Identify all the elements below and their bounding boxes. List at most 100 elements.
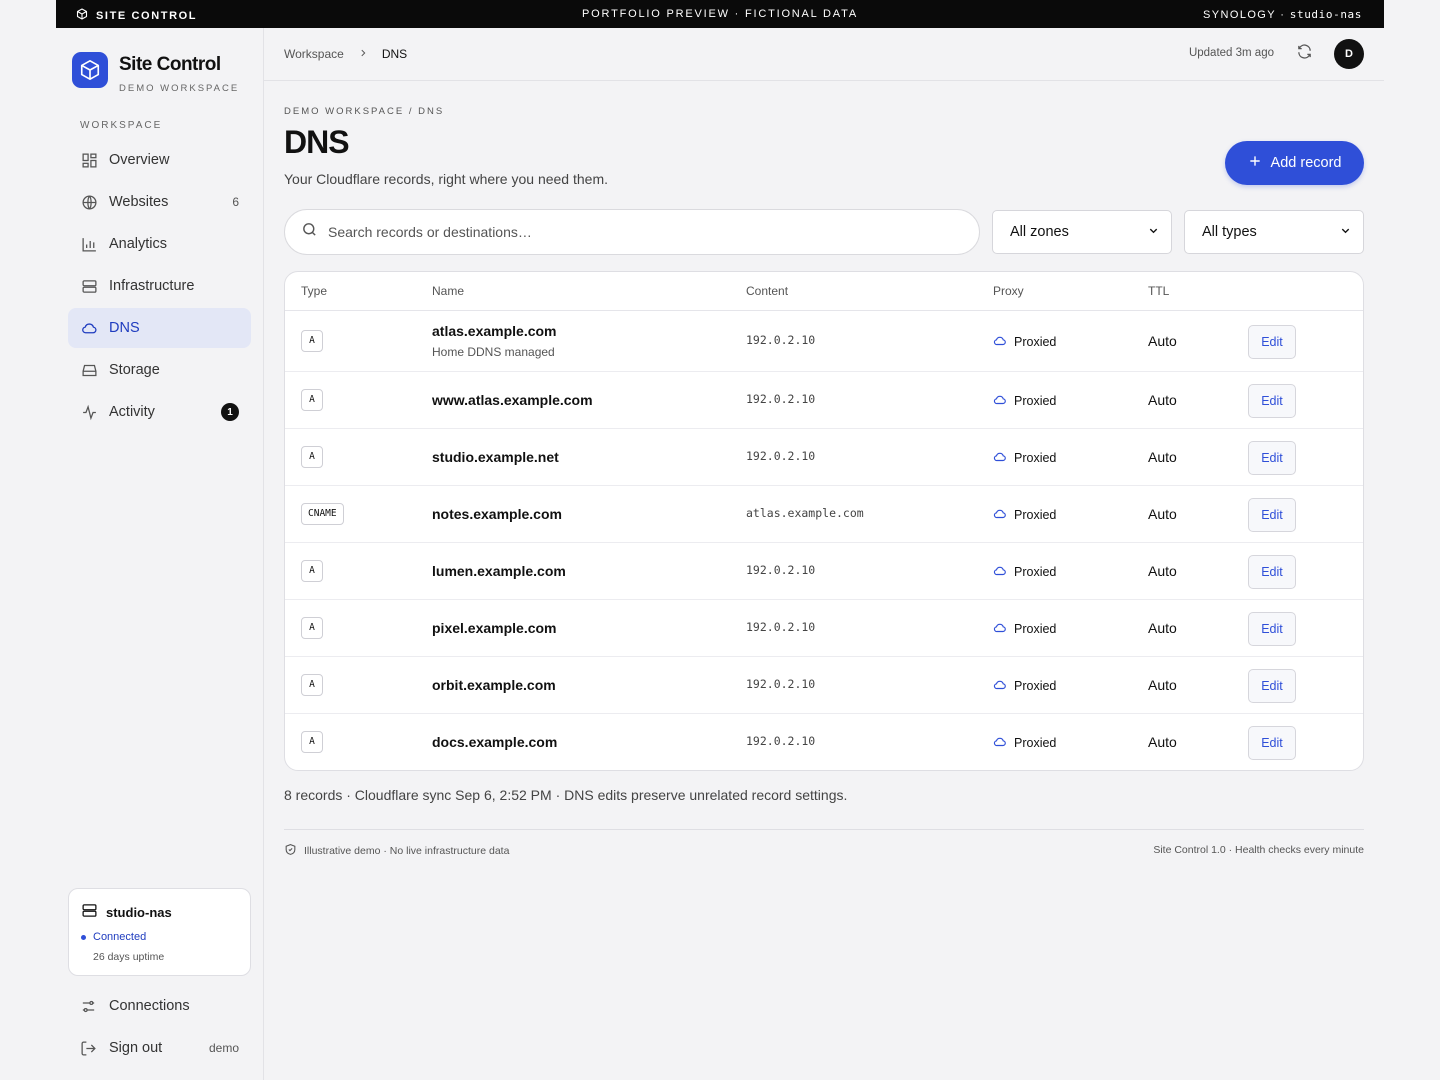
- brand[interactable]: Site Control DEMO WORKSPACE: [72, 52, 239, 94]
- add-record-button[interactable]: Add record: [1225, 141, 1364, 185]
- record-ttl: Auto: [1148, 448, 1177, 465]
- record-ttl: Auto: [1148, 733, 1177, 750]
- sign-out-icon: [80, 1039, 98, 1057]
- records-summary: 8 records · Cloudflare sync Sep 6, 2:52 …: [284, 787, 848, 803]
- brand-title: Site Control: [119, 54, 221, 75]
- record-proxy-status: Proxied: [993, 507, 1056, 524]
- search-input[interactable]: [328, 224, 928, 240]
- page-subtitle: Your Cloudflare records, right where you…: [284, 171, 608, 187]
- record-name: notes.example.com: [432, 505, 562, 522]
- footer-right: Site Control 1.0 · Health checks every m…: [1153, 844, 1364, 856]
- chevron-right-icon: [358, 47, 368, 61]
- edit-record-button[interactable]: Edit: [1248, 725, 1296, 760]
- sidebar-item-analytics[interactable]: Analytics: [68, 224, 251, 264]
- refresh-button[interactable]: [1294, 44, 1314, 64]
- table-header: Type Name Content Proxy TTL: [285, 272, 1363, 311]
- edit-record-button[interactable]: Edit: [1248, 497, 1296, 532]
- cloud-icon: [993, 678, 1007, 695]
- grid-icon: [80, 151, 98, 169]
- record-ttl: Auto: [1148, 562, 1177, 579]
- footer-left: Illustrative demo · No live infrastructu…: [284, 843, 509, 859]
- record-type-badge: A: [301, 673, 323, 696]
- banner-host: SYNOLOGY · studio-nas: [1203, 8, 1362, 21]
- zone-select[interactable]: All zones: [992, 210, 1172, 254]
- sidebar-item-overview[interactable]: Overview: [68, 140, 251, 180]
- cloud-icon: [993, 735, 1007, 752]
- type-select[interactable]: All types: [1184, 210, 1364, 254]
- breadcrumb: Workspace DNS: [284, 47, 407, 61]
- sidebar-item-infrastructure[interactable]: Infrastructure: [68, 266, 251, 306]
- record-content: 192.0.2.10: [746, 562, 816, 577]
- server-status: Connected: [81, 931, 238, 943]
- record-proxy-status: Proxied: [993, 678, 1056, 695]
- record-proxy-status: Proxied: [993, 564, 1056, 581]
- table-body: Aatlas.example.com Home DDNS managed 192.0…: [285, 311, 1363, 770]
- avatar[interactable]: D: [1334, 39, 1364, 69]
- cloud-icon: [993, 507, 1007, 524]
- edit-record-button[interactable]: Edit: [1248, 324, 1296, 359]
- sidebar-item-label: Activity: [109, 404, 155, 420]
- edit-record-button[interactable]: Edit: [1248, 554, 1296, 589]
- server-uptime: 26 days uptime: [93, 951, 165, 963]
- column-header-content[interactable]: Content: [746, 284, 788, 298]
- server-status-card[interactable]: studio-nas Connected 26 days uptime: [68, 888, 251, 976]
- record-content: 192.0.2.10: [746, 448, 816, 463]
- record-proxy-status: Proxied: [993, 450, 1056, 467]
- record-proxy-status: Proxied: [993, 393, 1056, 410]
- sidebar-item-label: Infrastructure: [109, 278, 195, 294]
- brand-subtitle: DEMO WORKSPACE: [119, 83, 240, 94]
- page-header: Workspace DNS Updated 3m ago D: [264, 28, 1384, 81]
- cloud-icon: [993, 393, 1007, 410]
- shield-check-icon: [284, 843, 297, 859]
- sidebar-item-label: Websites: [109, 194, 169, 210]
- sidebar-item-activity[interactable]: Activity 1: [68, 392, 251, 432]
- cloud-icon: [80, 319, 98, 337]
- record-name: docs.example.com: [432, 733, 558, 750]
- activity-badge: 1: [221, 403, 239, 421]
- record-name: atlas.example.com: [432, 323, 557, 339]
- table-row: Astudio.example.net 192.0.2.10 Proxied Auto…: [285, 429, 1363, 486]
- cloud-icon: [993, 334, 1007, 351]
- record-type-badge: CNAME: [301, 502, 344, 525]
- edit-record-button[interactable]: Edit: [1248, 611, 1296, 646]
- server-icon: [81, 902, 98, 922]
- breadcrumb-workspace[interactable]: Workspace: [284, 47, 344, 61]
- table-row: Awww.atlas.example.com 192.0.2.10 Proxied A…: [285, 372, 1363, 429]
- search-box: [284, 209, 980, 255]
- column-header-proxy[interactable]: Proxy: [993, 284, 1024, 298]
- sidebar-item-storage[interactable]: Storage: [68, 350, 251, 390]
- record-content: 192.0.2.10: [746, 733, 816, 748]
- section-label: WORKSPACE: [80, 120, 163, 131]
- table-row: Adocs.example.com 192.0.2.10 Proxied Auto Ed…: [285, 714, 1363, 770]
- record-name: lumen.example.com: [432, 562, 566, 579]
- sidebar-nav: Overview Websites 6 Analytics Infrastruc…: [68, 140, 251, 434]
- edit-record-button[interactable]: Edit: [1248, 668, 1296, 703]
- chevron-down-icon: [1148, 224, 1159, 240]
- edit-record-button[interactable]: Edit: [1248, 383, 1296, 418]
- app-frame: SITE CONTROL PORTFOLIO PREVIEW · FICTION…: [56, 0, 1384, 1080]
- sidebar-item-dns[interactable]: DNS: [68, 308, 251, 348]
- table-row: CNAME notes.example.com atlas.example.com P…: [285, 486, 1363, 543]
- connections-link[interactable]: Connections: [68, 988, 251, 1024]
- column-header-name[interactable]: Name: [432, 284, 464, 298]
- column-header-type[interactable]: Type: [301, 284, 327, 298]
- record-proxy-status: Proxied: [993, 735, 1056, 752]
- sidebar-item-websites[interactable]: Websites 6: [68, 182, 251, 222]
- record-content: 192.0.2.10: [746, 332, 816, 347]
- search-icon: [301, 221, 318, 243]
- sidebar: Site Control DEMO WORKSPACE WORKSPACE Ov…: [56, 28, 264, 1080]
- page-eyebrow: DEMO WORKSPACE / DNS: [284, 106, 445, 117]
- record-note: Home DDNS managed: [432, 345, 555, 359]
- sidebar-item-label: DNS: [109, 320, 140, 336]
- record-proxy-status: Proxied: [993, 621, 1056, 638]
- table-row: Alumen.example.com 192.0.2.10 Proxied Auto E…: [285, 543, 1363, 600]
- pulse-icon: [80, 403, 98, 421]
- edit-record-button[interactable]: Edit: [1248, 440, 1296, 475]
- brand-logo-icon: [72, 52, 108, 88]
- drive-icon: [80, 361, 98, 379]
- record-type-badge: A: [301, 616, 323, 639]
- cloud-icon: [993, 450, 1007, 467]
- sign-out-link[interactable]: Sign out demo: [68, 1030, 251, 1066]
- record-ttl: Auto: [1148, 332, 1177, 349]
- column-header-ttl[interactable]: TTL: [1148, 284, 1169, 298]
